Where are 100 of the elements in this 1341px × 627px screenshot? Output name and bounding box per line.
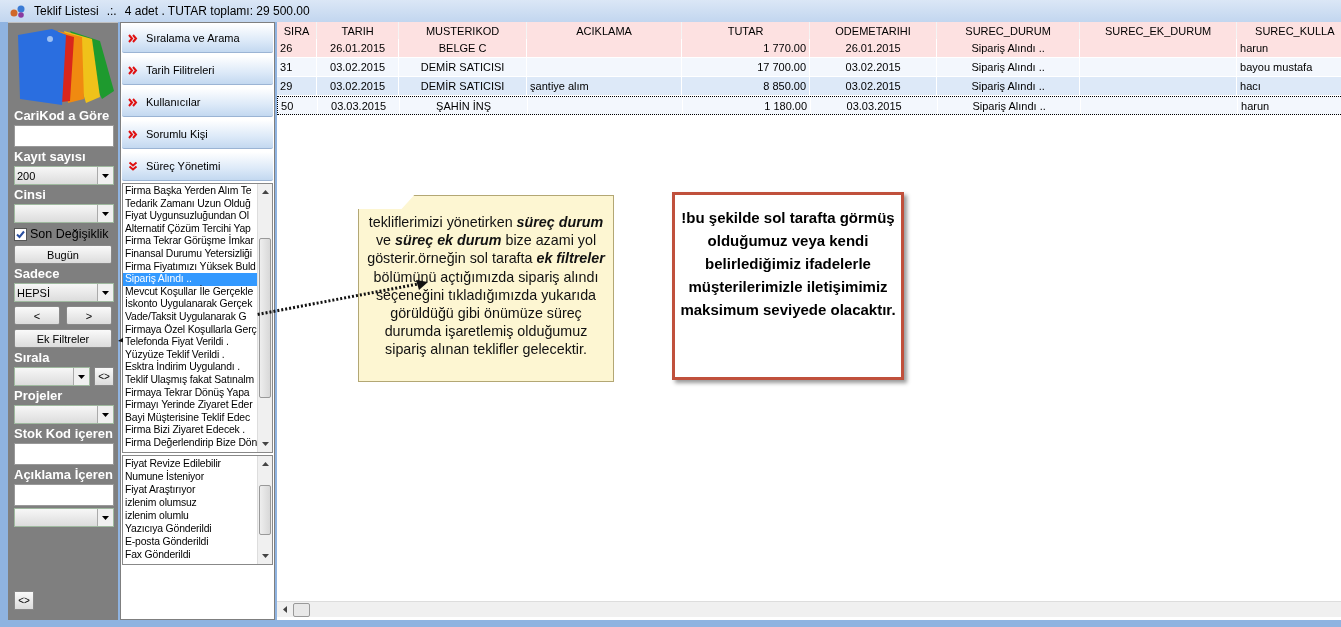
double-chevron-icon <box>128 161 138 171</box>
dropdown[interactable] <box>14 405 114 424</box>
list-item[interactable]: Yazıcıya Gönderildi <box>123 522 258 535</box>
scroll-thumb[interactable] <box>259 485 272 535</box>
list-item[interactable]: E-posta Gönderildi <box>123 535 258 548</box>
table-cell: 8 850.00 <box>763 80 807 92</box>
app-icon <box>10 4 26 18</box>
accordion-header[interactable]: Sorumlu Kişi <box>122 120 274 149</box>
table-cell: şantiye alım <box>530 80 589 92</box>
list-item[interactable]: izlenim olumsuz <box>123 496 258 509</box>
table-cell: 50 <box>281 99 294 112</box>
scrollbar[interactable] <box>257 456 273 564</box>
previous-button[interactable]: < <box>14 306 60 325</box>
double-chevron-icon <box>128 97 138 107</box>
table-cell: Sipariş Alındı .. <box>971 80 1045 92</box>
horizontal-scrollbar[interactable] <box>277 601 1341 617</box>
list-item[interactable]: Fax Gönderildi <box>123 548 258 561</box>
table-cell: 03.02.2015 <box>330 61 386 73</box>
table-cell: Sipariş Alındı .. <box>971 42 1045 54</box>
input-field[interactable] <box>14 484 114 506</box>
column-header[interactable]: SUREC_EK_DURUM <box>1080 22 1238 39</box>
accordion-header[interactable]: Kullanıcılar <box>122 88 274 117</box>
dropdown[interactable] <box>14 367 90 386</box>
window-title: Teklif Listesi <box>34 4 99 18</box>
column-header[interactable]: MUSTERIKOD <box>399 22 528 39</box>
scroll-up-icon[interactable] <box>261 190 269 194</box>
scroll-left-icon[interactable] <box>283 606 288 613</box>
field-label: Projeler <box>14 389 63 403</box>
table-row[interactable]: 50 03.03.2015 ŞAHİN İNŞ 1 180.00 03.03.2015 Sipariş Alındı .. harun <box>277 96 1341 115</box>
scroll-up-icon[interactable] <box>261 462 269 466</box>
table-cell: 03.03.2015 <box>846 99 902 112</box>
column-header[interactable]: TUTAR <box>682 22 811 39</box>
dropdown[interactable] <box>14 508 114 527</box>
double-chevron-icon <box>128 129 138 139</box>
checkbox[interactable] <box>14 227 27 241</box>
caret-icon <box>78 374 85 379</box>
next-button[interactable]: > <box>66 306 112 325</box>
column-header[interactable]: SUREC_KULLA <box>1237 22 1341 39</box>
toggle-button[interactable]: <> <box>94 367 114 386</box>
column-header[interactable]: ACIKLAMA <box>527 22 683 39</box>
caret-icon <box>102 173 109 178</box>
checkbox-label[interactable]: Son Değişiklik <box>30 227 109 241</box>
sticky-note: tekliflerimizi yönetirken süreç durum ve süreç ek durum bize azami yol gösterir.örneğin sol tarafta ek filtreler bölümünü açtığımızda sipariş alındı seçeneğini tıkladığımızda yukarıda görüldüğü gibi önümüze süreç durumda işaretlemiş olduğumuz sipariş alınan teklifler gelecektir. <box>358 195 614 382</box>
list-item[interactable]: Numune İsteniyor <box>123 470 258 483</box>
column-header[interactable]: ODEMETARIHI <box>810 22 938 39</box>
field-label: Açıklama İçeren <box>14 468 113 482</box>
list-item[interactable]: Fiyat Araştırıyor <box>123 483 258 496</box>
table-cell: bayou mustafa <box>1240 61 1313 73</box>
table-cell: harun <box>1241 99 1270 112</box>
toggle-button[interactable]: <> <box>14 591 34 610</box>
accordion-header[interactable]: Sıralama ve Arama <box>122 24 274 53</box>
input-field[interactable] <box>14 443 114 465</box>
column-header[interactable]: SUREC_DURUM <box>937 22 1081 39</box>
list-item[interactable]: Fiyat Revize Edilebilir <box>123 457 258 470</box>
accordion-header[interactable]: Süreç Yönetimi <box>122 152 274 181</box>
column-header[interactable]: SIRA <box>277 22 318 39</box>
table-cell: 03.02.2015 <box>330 80 386 92</box>
dropdown[interactable]: HEPSİ <box>14 283 114 302</box>
table-cell: ŞAHİN İNŞ <box>436 99 492 112</box>
table-row[interactable]: 26 26.01.2015 BELGE C 1 770.00 26.01.2015 Sipariş Alındı .. harun <box>277 39 1341 58</box>
table-cell: 26 <box>280 42 293 54</box>
table-cell: 29 <box>280 80 293 92</box>
table-cell: 03.03.2015 <box>331 99 387 112</box>
scroll-thumb[interactable] <box>293 602 311 617</box>
input-field[interactable] <box>14 125 114 147</box>
caret-icon <box>102 290 109 295</box>
table-cell: harun <box>1240 42 1269 54</box>
table-cell: Sipariş Alındı .. <box>971 61 1045 73</box>
field-label: Stok Kod içeren <box>14 427 113 441</box>
table-cell: BELGE C <box>438 42 487 54</box>
table-cell: 26.01.2015 <box>330 42 386 54</box>
table-cell: hacı <box>1240 80 1261 92</box>
title-separator: .:. <box>106 4 117 18</box>
column-header[interactable]: TARIH <box>317 22 400 39</box>
button[interactable]: Bugün <box>14 245 112 264</box>
scrollbar[interactable] <box>257 184 273 452</box>
table-cell: Sipariş Alındı .. <box>972 99 1046 112</box>
field-label: Cinsi <box>14 188 46 202</box>
table-row[interactable]: 29 03.02.2015 DEMİR SATICISI şantiye alım 8 850.00 03.02.2015 Sipariş Alındı .. hacı <box>277 77 1341 96</box>
table-cell: 1 770.00 <box>763 42 807 54</box>
field-label: Sırala <box>14 351 50 365</box>
field-label: CariKod a Göre <box>14 109 110 123</box>
table-cell: 17 700.00 <box>757 61 807 73</box>
field-label: Kayıt sayısı <box>14 150 86 164</box>
scroll-down-icon[interactable] <box>261 554 269 558</box>
scroll-thumb[interactable] <box>259 238 272 398</box>
field-label: Sadece <box>14 267 60 281</box>
table-cell: DEMİR SATICISI <box>420 80 505 92</box>
scroll-down-icon[interactable] <box>261 442 269 446</box>
table-cell: 31 <box>280 61 293 73</box>
table-cell: 03.02.2015 <box>845 80 901 92</box>
dropdown[interactable]: 200 <box>14 166 114 185</box>
button[interactable]: Ek Filtreler <box>14 329 112 348</box>
table-row[interactable]: 31 03.02.2015 DEMİR SATICISI 17 700.00 03.02.2015 Sipariş Alındı .. bayou mustafa <box>277 58 1341 77</box>
double-chevron-icon <box>128 33 138 43</box>
double-chevron-icon <box>128 65 138 75</box>
table-cell: DEMİR SATICISI <box>420 61 505 73</box>
accordion-header[interactable]: Tarih Filitreleri <box>122 56 274 85</box>
list-item[interactable]: izlenim olumlu <box>123 509 258 522</box>
total-summary: 4 adet . TUTAR toplamı: 29 500.00 <box>124 4 310 18</box>
